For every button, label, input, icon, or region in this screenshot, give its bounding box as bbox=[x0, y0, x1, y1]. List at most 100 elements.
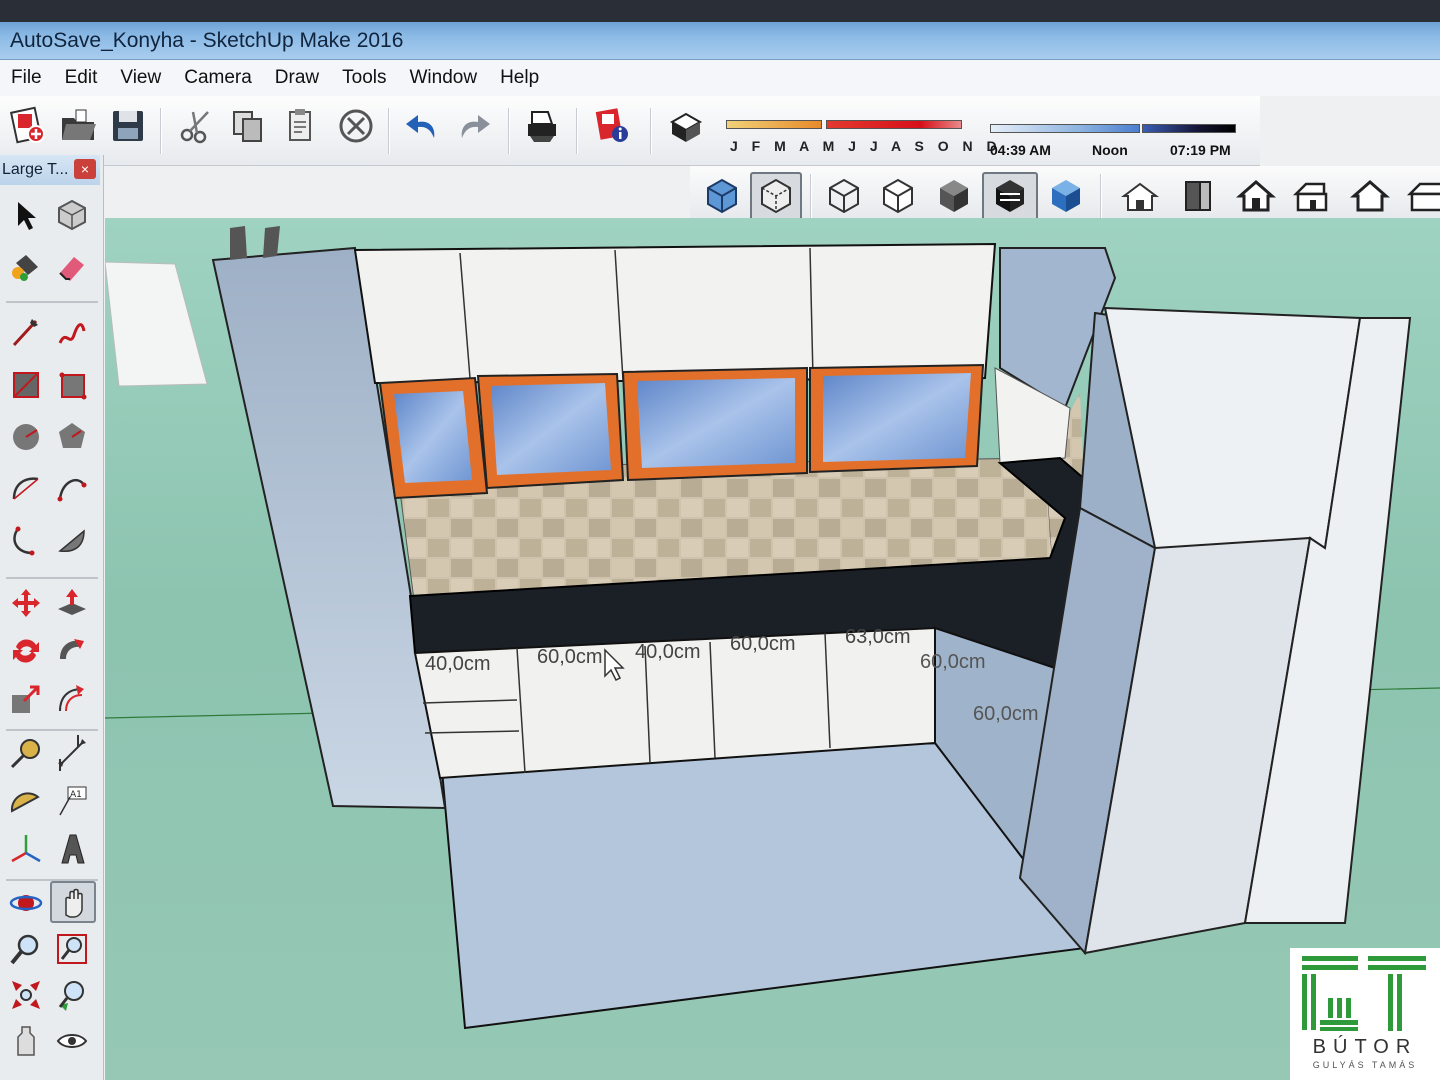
zoom-window-icon[interactable] bbox=[54, 931, 90, 967]
zoom-extents-icon[interactable] bbox=[8, 977, 44, 1013]
menu-bar: File Edit View Camera Draw Tools Window … bbox=[0, 60, 1440, 96]
menu-help[interactable]: Help bbox=[489, 67, 551, 89]
palette-close-button[interactable]: × bbox=[74, 159, 96, 179]
toolbar-separator bbox=[810, 174, 812, 220]
logo-subtitle: GULYÁS TAMÁS bbox=[1312, 1060, 1418, 1070]
print-icon[interactable] bbox=[522, 106, 562, 146]
tape-measure-icon[interactable] bbox=[8, 735, 44, 771]
dimension-label-6[interactable]: 60,0cm bbox=[920, 651, 986, 673]
model-info-icon[interactable] bbox=[592, 106, 632, 146]
axes-icon[interactable] bbox=[8, 831, 44, 867]
menu-tools[interactable]: Tools bbox=[331, 67, 398, 89]
front-view-icon[interactable] bbox=[1236, 176, 1276, 216]
make-component-icon[interactable] bbox=[54, 197, 90, 233]
dimension-label-7[interactable]: 60,0cm bbox=[973, 703, 1039, 725]
open-icon[interactable] bbox=[58, 106, 98, 146]
cut-icon[interactable] bbox=[176, 106, 216, 146]
3d-text-icon[interactable] bbox=[54, 831, 90, 867]
date-slider-left[interactable] bbox=[726, 120, 822, 129]
position-camera-icon[interactable] bbox=[8, 1023, 44, 1059]
dimension-icon[interactable] bbox=[54, 735, 90, 771]
palette-divider bbox=[6, 301, 98, 303]
offset-icon[interactable] bbox=[54, 681, 90, 717]
three-point-arc-icon[interactable] bbox=[8, 523, 44, 559]
erase-icon[interactable] bbox=[336, 106, 376, 146]
zoom-icon[interactable] bbox=[8, 931, 44, 967]
move-icon[interactable] bbox=[8, 585, 44, 621]
follow-me-icon[interactable] bbox=[54, 633, 90, 669]
undo-icon[interactable] bbox=[402, 106, 442, 146]
two-point-arc-icon[interactable] bbox=[54, 471, 90, 507]
text-icon[interactable]: A1 bbox=[54, 783, 90, 819]
dimension-label-5[interactable]: 63,0cm bbox=[845, 626, 911, 648]
new-icon[interactable] bbox=[8, 106, 48, 146]
rectangle-icon[interactable] bbox=[8, 367, 44, 403]
monitor-bezel bbox=[0, 0, 1440, 24]
toolbar-separator bbox=[508, 108, 510, 154]
menu-draw[interactable]: Draw bbox=[264, 67, 331, 89]
xray-style-icon[interactable] bbox=[702, 176, 742, 216]
menu-view[interactable]: View bbox=[109, 67, 173, 89]
menu-camera[interactable]: Camera bbox=[173, 67, 264, 89]
time-end-label: 07:19 PM bbox=[1170, 142, 1231, 158]
right-view-icon[interactable] bbox=[1292, 176, 1332, 216]
line-icon[interactable] bbox=[8, 315, 44, 351]
top-view-icon[interactable] bbox=[1178, 176, 1218, 216]
svg-text:A1: A1 bbox=[70, 790, 82, 800]
rotated-rectangle-icon[interactable] bbox=[54, 367, 90, 403]
large-tool-set-palette: Large T... × A1 bbox=[0, 155, 104, 1080]
orbit-icon[interactable] bbox=[8, 885, 44, 921]
scale-icon[interactable] bbox=[8, 681, 44, 717]
logo-mark-icon bbox=[1302, 956, 1426, 1031]
shaded-style-icon[interactable] bbox=[934, 176, 974, 216]
polygon-icon[interactable] bbox=[54, 419, 90, 455]
select-icon[interactable] bbox=[8, 197, 44, 233]
monochrome-style-icon[interactable] bbox=[1046, 176, 1086, 216]
rotate-icon[interactable] bbox=[8, 633, 44, 669]
dimension-label-4[interactable]: 60,0cm bbox=[730, 633, 796, 655]
time-slider-right[interactable] bbox=[1142, 124, 1236, 133]
brand-logo: BÚTOR GULYÁS TAMÁS bbox=[1290, 948, 1440, 1080]
left-view-icon[interactable] bbox=[1406, 176, 1440, 216]
pie-icon[interactable] bbox=[54, 523, 90, 559]
arc-icon[interactable] bbox=[8, 471, 44, 507]
toolbar-separator bbox=[1100, 174, 1102, 220]
freehand-icon[interactable] bbox=[54, 315, 90, 351]
back-edges-style-icon[interactable] bbox=[756, 176, 796, 216]
eraser-icon[interactable] bbox=[54, 249, 90, 285]
upper-cabinets bbox=[353, 242, 997, 385]
menu-window[interactable]: Window bbox=[399, 67, 490, 89]
save-icon[interactable] bbox=[108, 106, 148, 146]
month-labels: J F M A M J J A S O N D bbox=[730, 138, 1002, 154]
dimension-label-3[interactable]: 40,0cm bbox=[635, 641, 701, 663]
model-viewport[interactable]: 40,0cm 60,0cm 40,0cm 60,0cm 63,0cm 60,0c… bbox=[105, 218, 1440, 1080]
circle-icon[interactable] bbox=[8, 419, 44, 455]
dimension-label-1[interactable]: 40,0cm bbox=[425, 653, 491, 675]
time-noon-label: Noon bbox=[1092, 142, 1128, 158]
back-view-icon[interactable] bbox=[1350, 176, 1390, 216]
glass-pane-3 bbox=[637, 378, 795, 468]
previous-view-icon[interactable] bbox=[54, 977, 90, 1013]
menu-file[interactable]: File bbox=[0, 67, 54, 89]
push-pull-icon[interactable] bbox=[54, 585, 90, 621]
shaded-textures-style-icon[interactable] bbox=[990, 176, 1030, 216]
look-around-icon[interactable] bbox=[54, 1023, 90, 1059]
menu-edit[interactable]: Edit bbox=[54, 67, 110, 89]
date-slider-right[interactable] bbox=[826, 120, 962, 129]
wireframe-style-icon[interactable] bbox=[824, 176, 864, 216]
protractor-icon[interactable] bbox=[8, 783, 44, 819]
time-slider-left[interactable] bbox=[990, 124, 1140, 133]
pan-icon[interactable] bbox=[56, 885, 92, 921]
dimension-label-2[interactable]: 60,0cm bbox=[537, 646, 603, 668]
redo-icon[interactable] bbox=[454, 106, 494, 146]
iso-view-icon[interactable] bbox=[1120, 176, 1160, 216]
paint-bucket-icon[interactable] bbox=[8, 249, 44, 285]
copy-icon[interactable] bbox=[228, 106, 268, 146]
hidden-line-style-icon[interactable] bbox=[878, 176, 918, 216]
glass-pane-2 bbox=[491, 383, 611, 475]
palette-divider bbox=[6, 729, 98, 731]
shadows-toggle-icon[interactable] bbox=[666, 108, 706, 148]
paste-icon[interactable] bbox=[280, 106, 320, 146]
toolbar-separator bbox=[388, 108, 390, 154]
toolbar-separator bbox=[576, 108, 578, 154]
